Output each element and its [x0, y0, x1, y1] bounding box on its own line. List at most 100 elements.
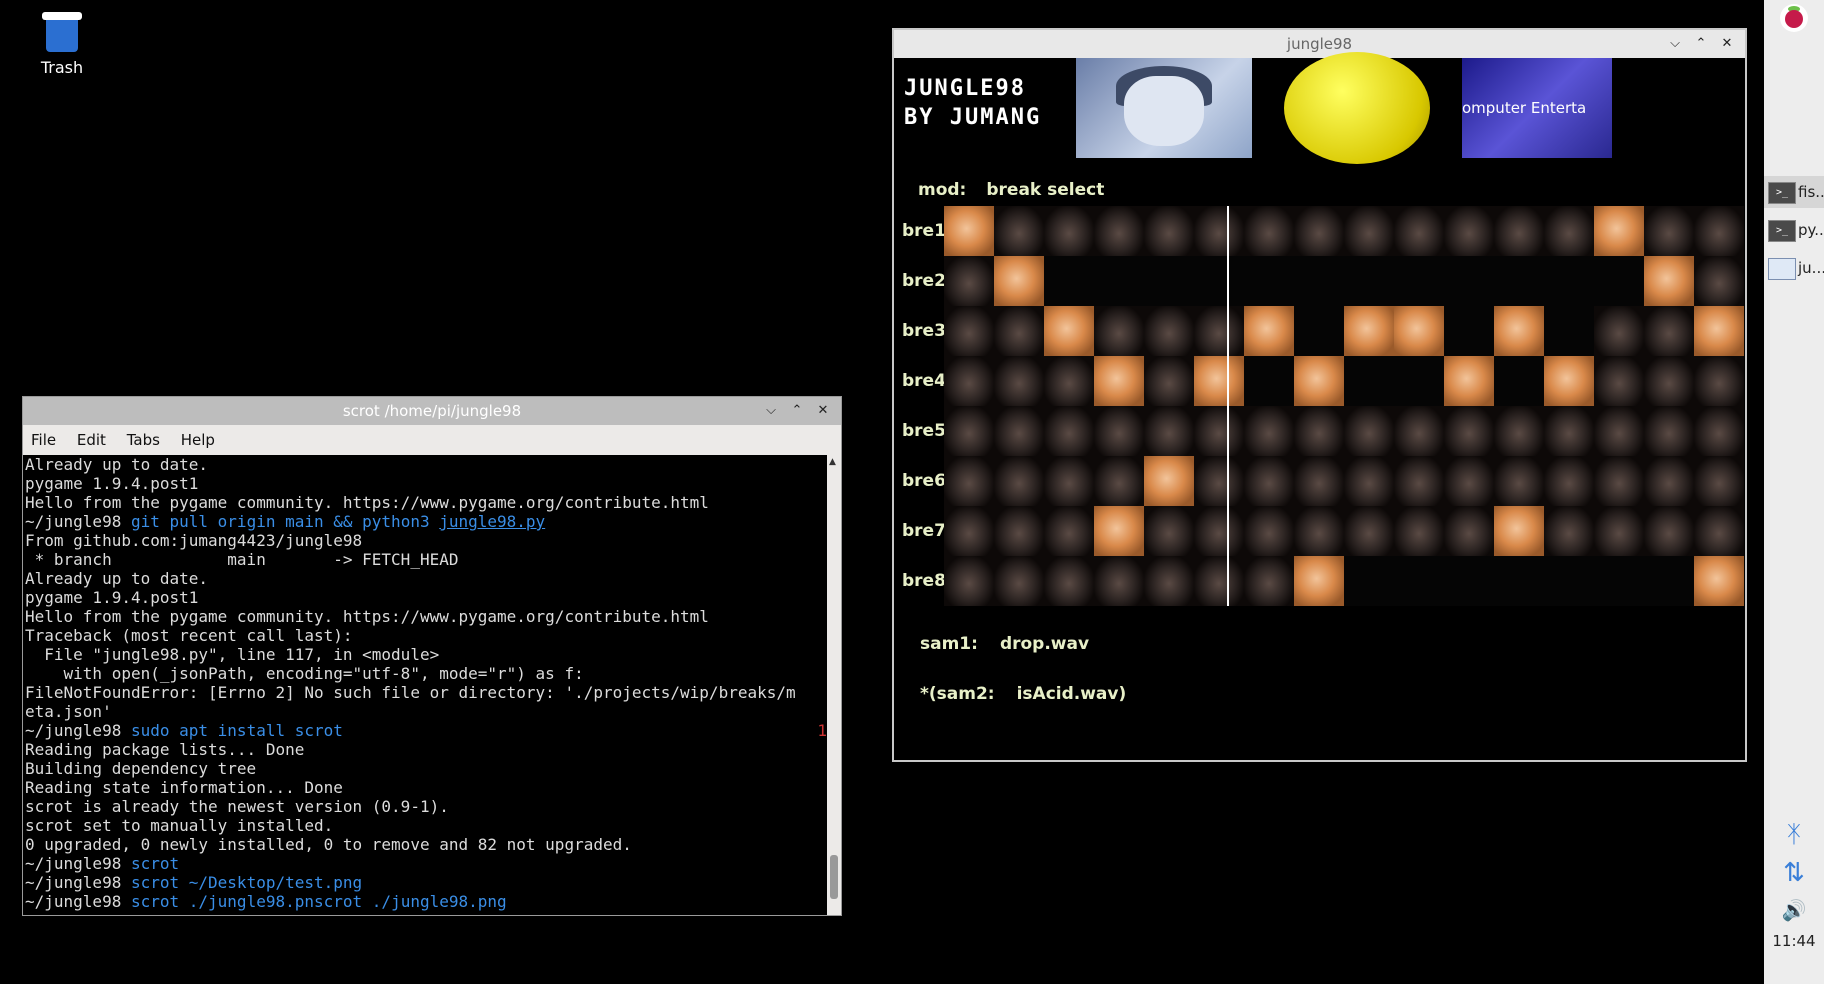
- step-cell[interactable]: [1194, 506, 1244, 556]
- step-cell-active[interactable]: [1294, 556, 1344, 606]
- step-cell[interactable]: [1594, 506, 1644, 556]
- step-cell[interactable]: [1444, 556, 1494, 606]
- maximize-icon[interactable]: ⌃: [785, 397, 809, 425]
- step-cell[interactable]: [1694, 406, 1744, 456]
- step-cell[interactable]: [1594, 406, 1644, 456]
- step-cell[interactable]: [1544, 406, 1594, 456]
- step-cell[interactable]: [1394, 506, 1444, 556]
- step-cell[interactable]: [944, 406, 994, 456]
- step-cell[interactable]: [1044, 556, 1094, 606]
- menu-file[interactable]: File: [23, 425, 64, 455]
- step-cell-active[interactable]: [1244, 306, 1294, 356]
- step-cell[interactable]: [1044, 206, 1094, 256]
- task-jungle98[interactable]: ju...: [1764, 252, 1824, 284]
- step-cell[interactable]: [1044, 456, 1094, 506]
- step-cell[interactable]: [1594, 356, 1644, 406]
- step-cell[interactable]: [1094, 456, 1144, 506]
- step-cell[interactable]: [1344, 356, 1394, 406]
- step-cell[interactable]: [1294, 456, 1344, 506]
- step-cell[interactable]: [1394, 556, 1444, 606]
- step-cell[interactable]: [1644, 206, 1694, 256]
- step-cell[interactable]: [1044, 356, 1094, 406]
- step-cell-active[interactable]: [1694, 306, 1744, 356]
- step-cell-active[interactable]: [1144, 456, 1194, 506]
- step-cell[interactable]: [1344, 406, 1394, 456]
- step-cell[interactable]: [1694, 206, 1744, 256]
- step-cell[interactable]: [1194, 456, 1244, 506]
- step-cell[interactable]: [1244, 406, 1294, 456]
- raspberry-pi-menu-icon[interactable]: [1780, 4, 1808, 32]
- step-cell[interactable]: [994, 456, 1044, 506]
- step-cell[interactable]: [1644, 506, 1694, 556]
- step-cell[interactable]: [1644, 306, 1694, 356]
- terminal-output[interactable]: Already up to date. pygame 1.9.4.post1 Hel…: [23, 455, 827, 915]
- step-cell[interactable]: [1044, 506, 1094, 556]
- step-cell[interactable]: [1144, 306, 1194, 356]
- step-cell[interactable]: [1144, 256, 1194, 306]
- step-cell[interactable]: [994, 356, 1044, 406]
- step-cell[interactable]: [1244, 556, 1294, 606]
- step-cell[interactable]: [944, 556, 994, 606]
- step-cell-active[interactable]: [1294, 356, 1344, 406]
- step-cell-active[interactable]: [1444, 356, 1494, 406]
- bluetooth-icon[interactable]: ᛡ: [1764, 820, 1824, 848]
- step-cell-active[interactable]: [1544, 356, 1594, 406]
- step-cell[interactable]: [994, 556, 1044, 606]
- step-cell[interactable]: [1544, 256, 1594, 306]
- step-cell[interactable]: [1494, 556, 1544, 606]
- step-cell[interactable]: [994, 306, 1044, 356]
- step-cell[interactable]: [1494, 356, 1544, 406]
- step-cell[interactable]: [944, 506, 994, 556]
- step-cell[interactable]: [1294, 506, 1344, 556]
- step-cell[interactable]: [1694, 356, 1744, 406]
- jungle98-titlebar[interactable]: jungle98 ⌵ ⌃ ✕: [894, 30, 1745, 58]
- step-cell[interactable]: [1194, 206, 1244, 256]
- step-cell[interactable]: [1294, 206, 1344, 256]
- menu-edit[interactable]: Edit: [69, 425, 114, 455]
- step-cell[interactable]: [1494, 206, 1544, 256]
- step-cell[interactable]: [1444, 406, 1494, 456]
- step-cell[interactable]: [1644, 356, 1694, 406]
- step-cell[interactable]: [1144, 506, 1194, 556]
- step-cell-active[interactable]: [1594, 206, 1644, 256]
- step-cell[interactable]: [1394, 206, 1444, 256]
- step-cell[interactable]: [1244, 256, 1294, 306]
- step-cell-active[interactable]: [1644, 256, 1694, 306]
- scroll-up-icon[interactable]: ▲: [829, 457, 836, 467]
- step-cell-active[interactable]: [1044, 306, 1094, 356]
- step-cell[interactable]: [1444, 306, 1494, 356]
- step-cell[interactable]: [1394, 356, 1444, 406]
- step-cell[interactable]: [1694, 506, 1744, 556]
- step-cell[interactable]: [1394, 256, 1444, 306]
- step-cell[interactable]: [1044, 406, 1094, 456]
- step-cell[interactable]: [1544, 456, 1594, 506]
- task-terminal-py[interactable]: >_ py...: [1764, 214, 1824, 246]
- step-cell[interactable]: [994, 406, 1044, 456]
- step-cell-active[interactable]: [1194, 356, 1244, 406]
- step-cell[interactable]: [1644, 556, 1694, 606]
- step-cell[interactable]: [1044, 256, 1094, 306]
- step-cell[interactable]: [1494, 456, 1544, 506]
- step-cell[interactable]: [1294, 306, 1344, 356]
- step-cell[interactable]: [944, 306, 994, 356]
- step-cell-active[interactable]: [1494, 506, 1544, 556]
- terminal-window[interactable]: scrot /home/pi/jungle98 ⌵ ⌃ ✕ File Edit …: [22, 396, 842, 916]
- maximize-icon[interactable]: ⌃: [1689, 30, 1713, 58]
- step-cell[interactable]: [1094, 556, 1144, 606]
- step-cell[interactable]: [1694, 256, 1744, 306]
- step-cell[interactable]: [1394, 406, 1444, 456]
- step-cell[interactable]: [1644, 406, 1694, 456]
- jungle98-window[interactable]: jungle98 ⌵ ⌃ ✕ JUNGLE98 BY JUMANG ompute…: [892, 28, 1747, 762]
- step-cell[interactable]: [1244, 456, 1294, 506]
- task-terminal-fis[interactable]: >_ fis...: [1764, 176, 1824, 208]
- step-cell[interactable]: [994, 206, 1044, 256]
- minimize-icon[interactable]: ⌵: [759, 397, 783, 425]
- step-cell[interactable]: [1344, 506, 1394, 556]
- step-cell[interactable]: [1694, 456, 1744, 506]
- step-cell[interactable]: [1144, 406, 1194, 456]
- step-cell[interactable]: [944, 256, 994, 306]
- step-cell-active[interactable]: [1094, 506, 1144, 556]
- trash-desktop-icon[interactable]: Trash: [36, 8, 88, 77]
- step-cell[interactable]: [1444, 506, 1494, 556]
- step-cell[interactable]: [994, 506, 1044, 556]
